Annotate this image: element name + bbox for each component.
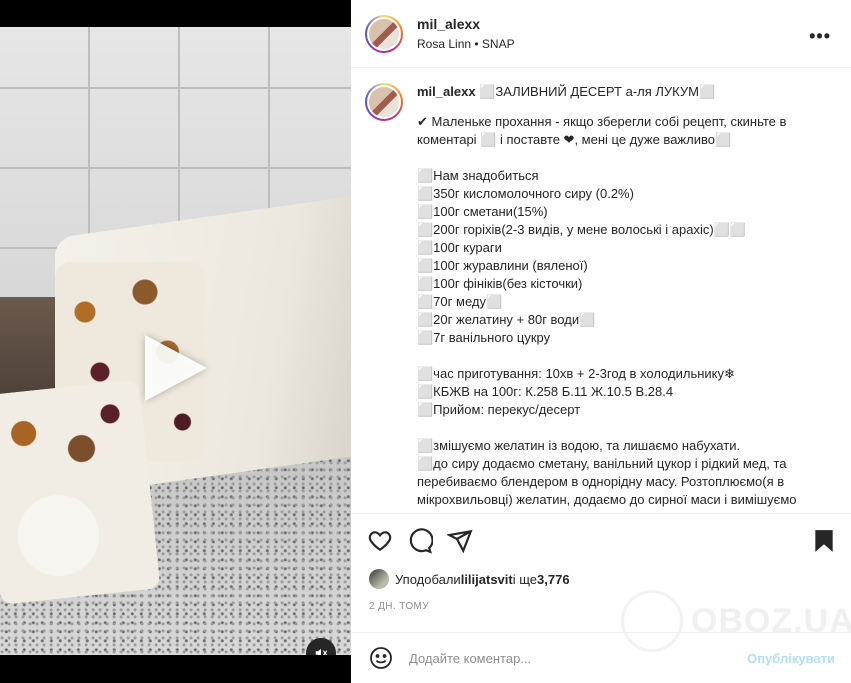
- caption-line: ⬜100г журавлини (вяленої): [417, 258, 588, 273]
- bookmark-icon[interactable]: [811, 528, 837, 554]
- username[interactable]: mil_alexx: [417, 16, 515, 32]
- dessert-slice: [0, 379, 161, 605]
- caption-line: ⬜змішуємо желатин із водою, та лишаємо н…: [417, 438, 741, 453]
- likes-mid: і ще: [512, 571, 538, 587]
- post-header: mil_alexx Rosa Linn • SNAP •••: [351, 0, 851, 68]
- caption: mil_alexx ⬜ЗАЛИВНИЙ ДЕСЕРТ а-ля ЛУКУМ⬜ ✔…: [417, 83, 817, 509]
- caption-line: ⬜100г кураги: [417, 240, 502, 255]
- comment-icon[interactable]: [407, 528, 433, 554]
- caption-line: ✔ Маленьке прохання - якщо зберегли собі…: [417, 114, 791, 147]
- caption-line: ⬜час приготування: 10хв + 2-3год в холод…: [417, 366, 735, 381]
- emoji-icon[interactable]: [369, 646, 393, 670]
- comment-input[interactable]: [409, 650, 709, 666]
- avatar[interactable]: [369, 569, 389, 589]
- watermark: OBOZ.UA: [621, 590, 851, 652]
- caption-line: ⬜до сиру додаємо сметану, ванільний цуко…: [417, 456, 797, 507]
- caption-line: ⬜100г фініків(без кісточки): [417, 276, 583, 291]
- caption-line: ⬜70г меду⬜: [417, 294, 503, 309]
- caption-line: ⬜350г кисломолочного сиру (0.2%): [417, 186, 634, 201]
- publish-button[interactable]: Опублікувати: [747, 651, 835, 666]
- watermark-text: OBOZ.UA: [691, 601, 851, 640]
- watermark-logo: [621, 590, 683, 652]
- share-icon[interactable]: [447, 528, 473, 554]
- heart-icon[interactable]: [367, 528, 393, 554]
- caption-line: [417, 347, 817, 365]
- caption-line: [417, 149, 817, 167]
- likes-user[interactable]: lilijatsvit: [461, 572, 513, 587]
- post-video[interactable]: [0, 27, 351, 655]
- avatar[interactable]: [365, 83, 403, 121]
- caption-line: ⬜Нам знадобиться: [417, 168, 539, 183]
- post-panel: mil_alexx Rosa Linn • SNAP ••• mil_alexx…: [351, 0, 851, 683]
- play-icon[interactable]: [145, 335, 207, 401]
- post-time[interactable]: 2 ДН. ТОМУ: [369, 601, 429, 612]
- action-bar: [351, 513, 851, 567]
- caption-username[interactable]: mil_alexx: [417, 84, 476, 99]
- caption-title: ⬜ЗАЛИВНИЙ ДЕСЕРТ а-ля ЛУКУМ⬜: [479, 84, 716, 99]
- caption-line: ⬜100г сметани(15%): [417, 204, 548, 219]
- more-horizontal-icon[interactable]: •••: [809, 26, 831, 47]
- caption-line: ⬜Прийом: перекус/десерт: [417, 402, 581, 417]
- likes-count[interactable]: 3,776: [537, 572, 570, 587]
- caption-area: mil_alexx ⬜ЗАЛИВНИЙ ДЕСЕРТ а-ля ЛУКУМ⬜ ✔…: [351, 69, 851, 513]
- likes-line: Уподобали lilijatsvit і ще 3,776: [369, 569, 570, 589]
- likes-prefix: Уподобали: [395, 571, 461, 587]
- caption-line: [417, 419, 817, 437]
- caption-line: ⬜КБЖВ на 100г: К.258 Б.11 Ж.10.5 В.28.4: [417, 384, 674, 399]
- caption-line: ⬜7г ванільного цукру: [417, 330, 551, 345]
- caption-line: ⬜200г горіхів(2-3 видів, у мене волоські…: [417, 222, 747, 237]
- audio-track[interactable]: Rosa Linn • SNAP: [417, 37, 515, 51]
- caption-line: ⬜20г желатину + 80г води⬜: [417, 312, 596, 327]
- avatar[interactable]: [365, 14, 403, 53]
